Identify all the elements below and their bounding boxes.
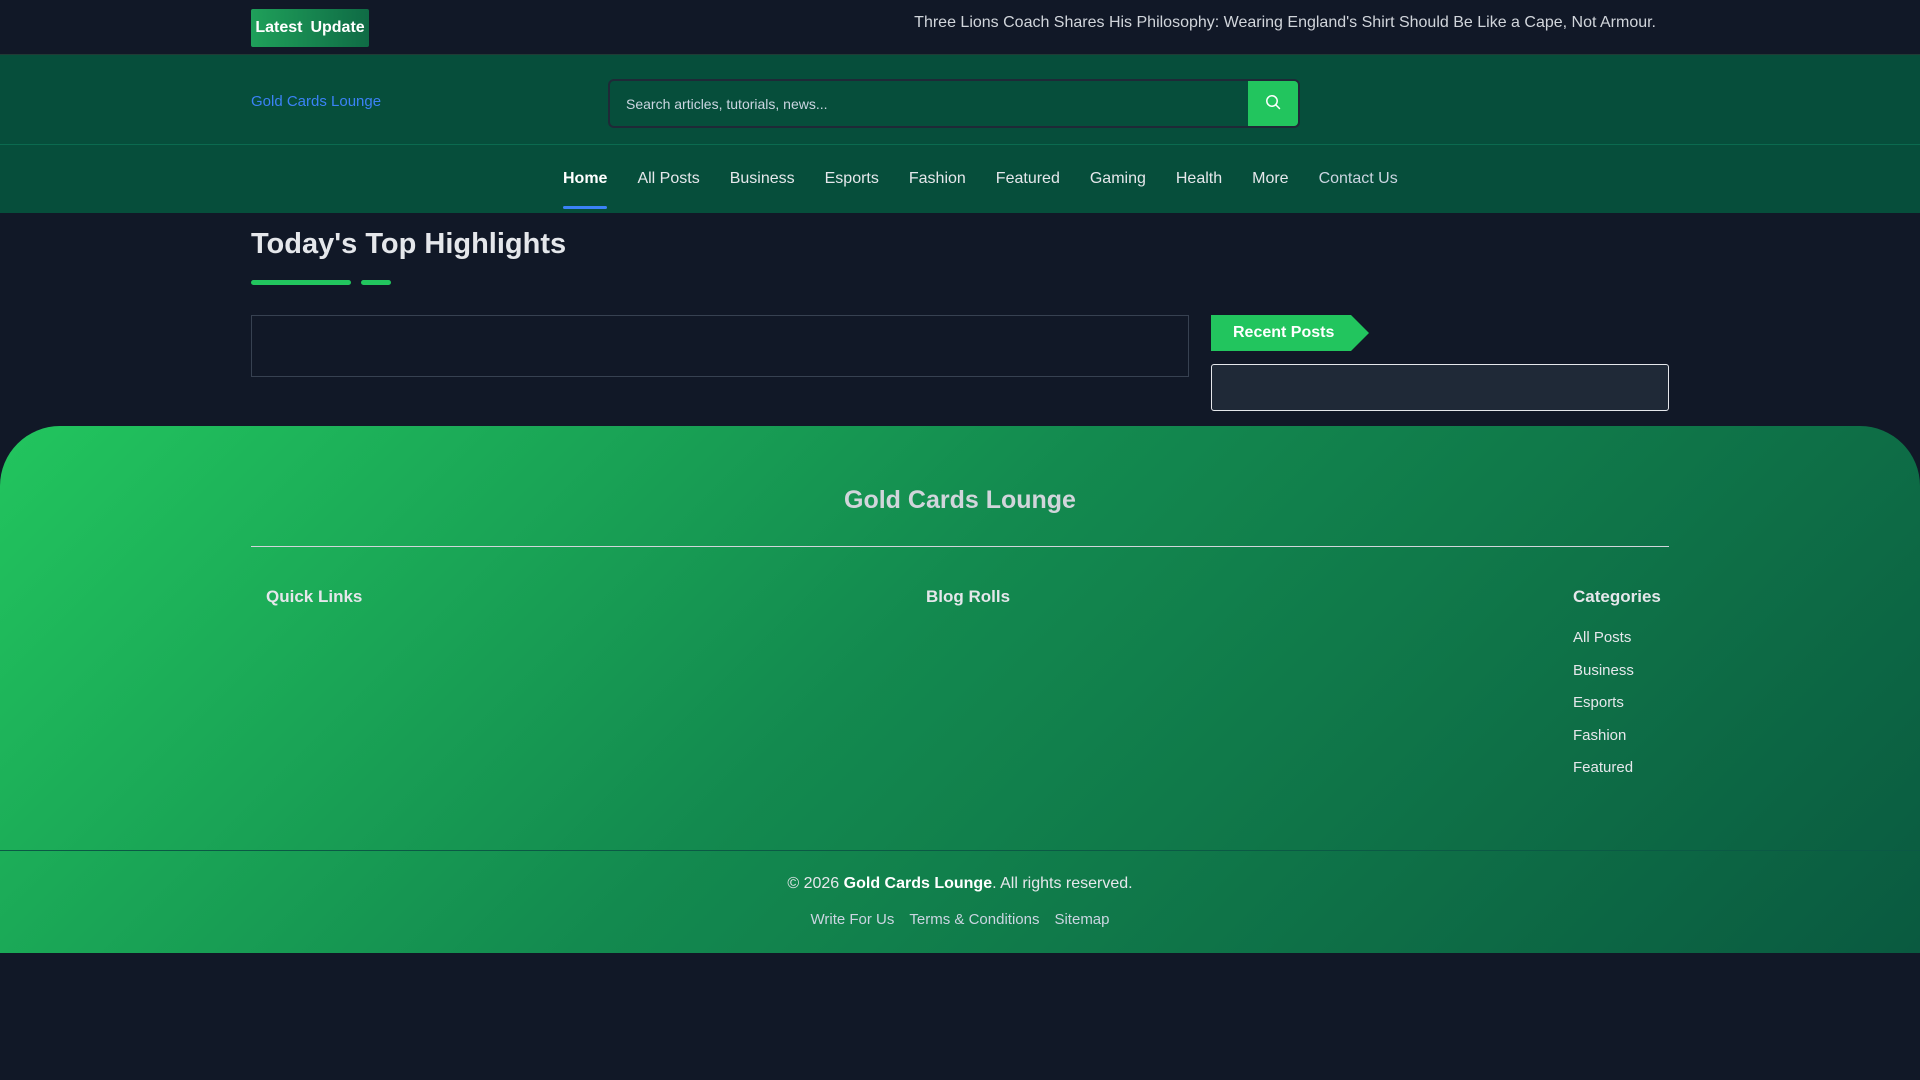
nav-item-featured[interactable]: Featured	[996, 145, 1060, 213]
footer-category-fashion[interactable]: Fashion	[1573, 727, 1626, 744]
search-input[interactable]	[610, 81, 1250, 126]
nav-item-esports[interactable]: Esports	[825, 145, 879, 213]
section-title: Today's Top Highlights	[251, 228, 567, 260]
footer-category-all-posts[interactable]: All Posts	[1573, 629, 1631, 646]
recent-posts-label: Recent Posts	[1233, 324, 1335, 341]
main-navigation: Home All Posts Business Esports Fashion …	[0, 145, 1920, 213]
site-header: Gold Cards Lounge	[0, 55, 1920, 145]
footer-bottom-divider	[0, 850, 1920, 851]
ticker-headline-link[interactable]: Three Lions Coach Shares His Philosophy:…	[914, 14, 1656, 32]
footer-divider	[251, 546, 1669, 547]
nav-item-fashion[interactable]: Fashion	[909, 145, 966, 213]
nav-item-more[interactable]: More	[1252, 145, 1288, 213]
blog-rolls-heading: Blog Rolls	[926, 587, 1011, 606]
quick-links-heading: Quick Links	[266, 587, 363, 606]
nav-item-health[interactable]: Health	[1176, 145, 1222, 213]
top-ticker-bar: Latest Update Three Lions Coach Shares H…	[0, 0, 1920, 55]
footer-bottom-links: Write For Us Terms & Conditions Sitemap	[0, 911, 1920, 928]
copyright-prefix: © 2026	[787, 875, 844, 892]
copyright-suffix: . All rights reserved.	[992, 875, 1133, 892]
nav-item-home[interactable]: Home	[563, 145, 608, 213]
latest-badge-label-1: Latest	[255, 19, 303, 36]
search-button[interactable]	[1248, 81, 1298, 126]
title-underline-short	[361, 280, 391, 285]
search-icon	[1265, 94, 1281, 113]
copyright-text: © 2026 Gold Cards Lounge. All rights res…	[0, 875, 1920, 893]
nav-item-business[interactable]: Business	[730, 145, 795, 213]
latest-update-badge: Latest Update	[251, 9, 369, 47]
footer-category-business[interactable]: Business	[1573, 662, 1634, 679]
nav-list: Home All Posts Business Esports Fashion …	[563, 145, 1398, 213]
nav-item-all-posts[interactable]: All Posts	[637, 145, 699, 213]
footer-category-esports[interactable]: Esports	[1573, 694, 1624, 711]
highlights-container	[251, 315, 1189, 377]
categories-list: All Posts Business Esports Fashion Featu…	[1573, 629, 1634, 792]
write-for-us-link[interactable]: Write For Us	[811, 911, 895, 928]
nav-item-contact-us[interactable]: Contact Us	[1319, 145, 1398, 213]
footer-category-featured[interactable]: Featured	[1573, 759, 1633, 776]
footer-brand: Gold Cards Lounge	[844, 486, 1076, 514]
title-underline-long	[251, 280, 351, 285]
latest-badge-label-2: Update	[310, 19, 365, 36]
site-footer: Gold Cards Lounge Quick Links Blog Rolls…	[0, 426, 1920, 953]
copyright-brand: Gold Cards Lounge	[843, 875, 993, 892]
nav-item-gaming[interactable]: Gaming	[1090, 145, 1146, 213]
search-form	[608, 79, 1300, 128]
recent-posts-list	[1211, 364, 1669, 411]
recent-posts-badge: Recent Posts	[1211, 315, 1369, 351]
sitemap-link[interactable]: Sitemap	[1054, 911, 1109, 928]
categories-heading: Categories	[1573, 587, 1661, 606]
terms-conditions-link[interactable]: Terms & Conditions	[909, 911, 1039, 928]
site-logo-link[interactable]: Gold Cards Lounge	[251, 93, 381, 110]
